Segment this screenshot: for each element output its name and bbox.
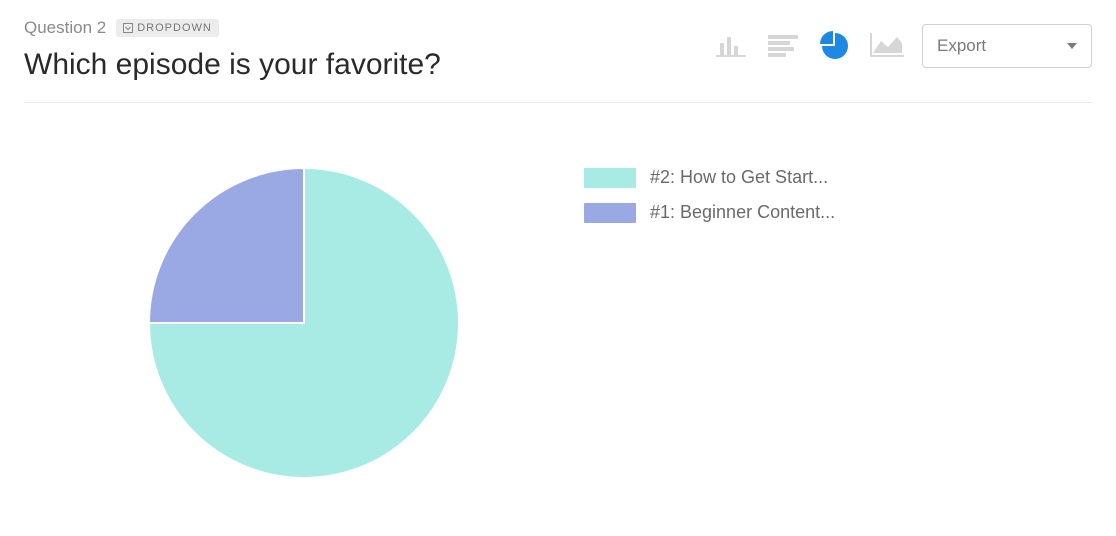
pie-chart-icon[interactable] [818, 29, 852, 63]
question-title: Which episode is your favorite? [24, 48, 714, 82]
question-header: Question 2 DROPDOWN Which episode is you… [24, 18, 1092, 82]
chevron-down-icon [1067, 43, 1077, 49]
legend-item[interactable]: #1: Beginner Content... [584, 202, 835, 223]
legend-item[interactable]: #2: How to Get Start... [584, 167, 835, 188]
chart-type-toggle-group [714, 29, 904, 63]
dropdown-icon [123, 23, 133, 33]
question-type-badge: DROPDOWN [116, 19, 219, 37]
legend-label: #2: How to Get Start... [650, 167, 828, 188]
pie-chart [144, 163, 464, 483]
header-right: Export [714, 18, 1092, 68]
legend-swatch [584, 203, 636, 223]
area-chart-icon[interactable] [870, 29, 904, 63]
bar-chart-icon[interactable] [714, 29, 748, 63]
chart-legend: #2: How to Get Start... #1: Beginner Cont… [584, 163, 835, 237]
horizontal-bar-chart-icon[interactable] [766, 29, 800, 63]
pie-slice[interactable] [149, 168, 304, 323]
header-left: Question 2 DROPDOWN Which episode is you… [24, 18, 714, 82]
pie-chart-container [24, 163, 584, 483]
question-number: Question 2 [24, 18, 106, 38]
chart-area: #2: How to Get Start... #1: Beginner Cont… [24, 103, 1092, 483]
export-dropdown[interactable]: Export [922, 24, 1092, 68]
legend-swatch [584, 168, 636, 188]
legend-label: #1: Beginner Content... [650, 202, 835, 223]
question-type-label: DROPDOWN [137, 22, 212, 34]
export-label: Export [937, 36, 986, 56]
question-meta: Question 2 DROPDOWN [24, 18, 714, 38]
